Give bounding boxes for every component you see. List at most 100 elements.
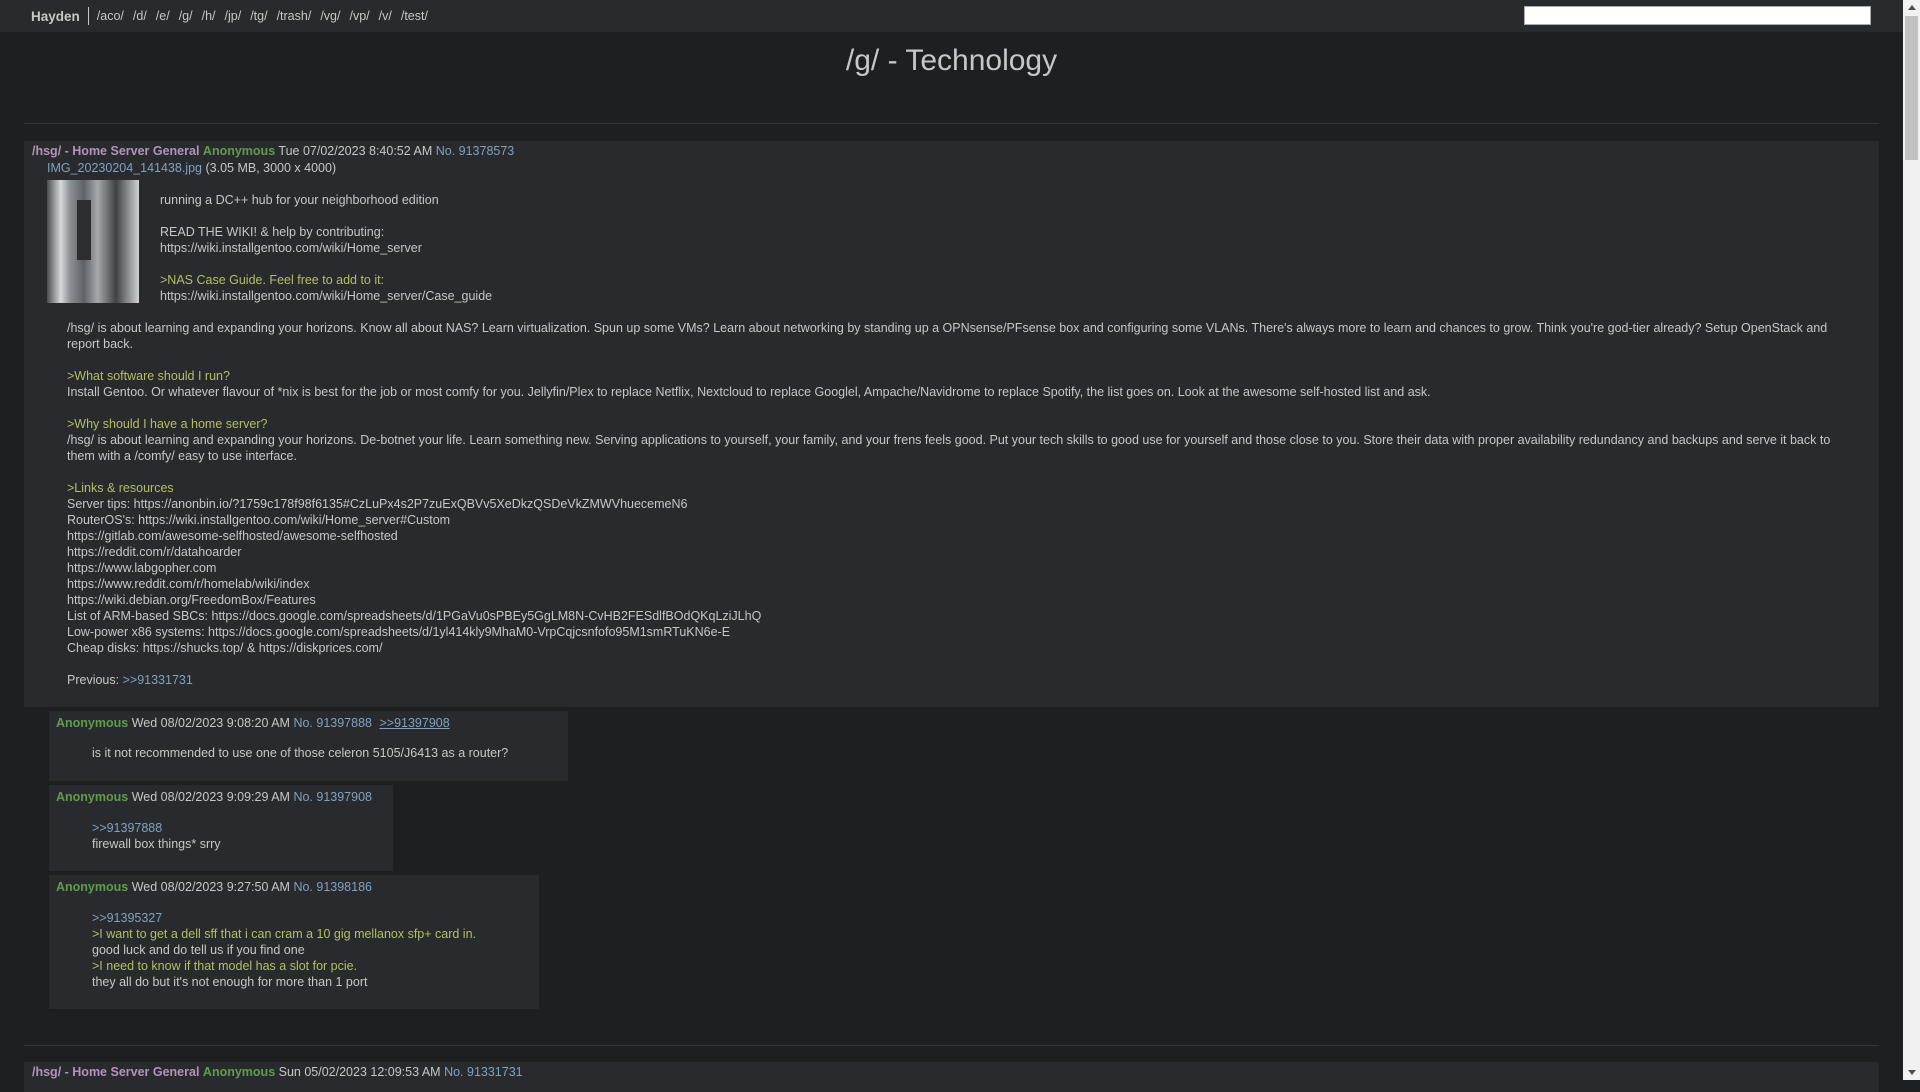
- board-list: /aco/ /d/ /e/ /g/ /h/ /jp/ /tg/ /trash/ …: [97, 9, 428, 23]
- quote-link[interactable]: >>91397888: [92, 820, 221, 836]
- text-line: https://wiki.installgentoo.com/wiki/Home…: [160, 241, 422, 255]
- op-post: /hsg/ - Home Server General Anonymous Su…: [24, 1062, 1879, 1092]
- previous-thread: Previous: >>91331731: [67, 672, 1847, 688]
- text-line: is it not recommended to use one of thos…: [92, 746, 509, 760]
- board-link-h[interactable]: /h/: [202, 9, 216, 23]
- greentext-line: >I want to get a dell sff that i can cra…: [92, 927, 477, 941]
- text-line: https://wiki.installgentoo.com/wiki/Home…: [160, 289, 493, 303]
- post-body: /hsg/ is about learning and expanding yo…: [67, 320, 1847, 688]
- post-header: Anonymous Wed 08/02/2023 9:27:50 AM No. …: [56, 880, 372, 894]
- text-line: Install Gentoo. Or whatever flavour of *…: [67, 385, 1431, 399]
- board-link-vp[interactable]: /vp/: [349, 9, 369, 23]
- top-nav-bar: Hayden /aco/ /d/ /e/ /g/ /h/ /jp/ /tg/ /…: [0, 0, 1903, 32]
- greentext-line: >What software should I run?: [67, 369, 230, 383]
- post-thumbnail[interactable]: [47, 180, 139, 303]
- divider: [24, 123, 1879, 124]
- text-line: Cheap disks: https://shucks.top/ & https…: [67, 641, 383, 655]
- scroll-down-icon[interactable]: [1908, 1070, 1916, 1075]
- text-line: /hsg/ is about learning and expanding yo…: [67, 433, 1831, 463]
- poster-name: Anonymous: [202, 1065, 276, 1079]
- post-date: Wed 08/02/2023 9:08:20 AM: [131, 716, 290, 730]
- search-input[interactable]: [1524, 6, 1871, 25]
- post-header: /hsg/ - Home Server General Anonymous Su…: [32, 1065, 523, 1079]
- post-date: Sun 05/02/2023 12:09:53 AM: [278, 1065, 441, 1079]
- post-header: Anonymous Wed 08/02/2023 9:08:20 AM No. …: [56, 716, 450, 730]
- poster-name: Anonymous: [56, 880, 129, 894]
- board-link-e[interactable]: /e/: [156, 9, 170, 23]
- reply-body: is it not recommended to use one of thos…: [92, 745, 508, 761]
- post-number[interactable]: No. 91397908: [293, 790, 372, 804]
- reply-body: >>91397888 firewall box things* srry: [92, 820, 221, 852]
- post-subject: /hsg/ - Home Server General: [32, 1065, 200, 1079]
- scroll-thumb[interactable]: [1905, 16, 1918, 160]
- file-meta: (3.05 MB, 3000 x 4000): [205, 161, 337, 175]
- reply-body: >>91395327 >I want to get a dell sff that…: [92, 910, 476, 990]
- text-line: READ THE WIKI! & help by contributing:: [160, 225, 385, 239]
- text-line: Low-power x86 systems: https://docs.goog…: [67, 625, 731, 639]
- board-link-vg[interactable]: /vg/: [320, 9, 340, 23]
- text-line: https://wiki.debian.org/FreedomBox/Featu…: [67, 593, 316, 607]
- post-header: /hsg/ - Home Server General Anonymous Tu…: [32, 144, 514, 158]
- greentext-line: >Why should I have a home server?: [67, 417, 268, 431]
- text-line: /hsg/ is about learning and expanding yo…: [67, 321, 1828, 351]
- page-title: /g/ - Technology: [845, 44, 1058, 77]
- board-link-jp[interactable]: /jp/: [225, 9, 242, 23]
- file-link[interactable]: IMG_20230204_141438.jpg: [47, 161, 202, 175]
- divider: [24, 1045, 1879, 1046]
- backlink[interactable]: >>91397908: [379, 716, 449, 730]
- post-number[interactable]: No. 91397888: [293, 716, 372, 730]
- text-line: they all do but it's not enough for more…: [92, 975, 368, 989]
- post-date: Tue 07/02/2023 8:40:52 AM: [278, 144, 433, 158]
- post-number[interactable]: No. 91331731: [444, 1065, 523, 1079]
- text-line: good luck and do tell us if you find one: [92, 943, 305, 957]
- vertical-scrollbar[interactable]: [1903, 0, 1920, 1080]
- post-date: Wed 08/02/2023 9:09:29 AM: [131, 790, 290, 804]
- poster-name: Anonymous: [202, 144, 276, 158]
- reply-post: Anonymous Wed 08/02/2023 9:08:20 AM No. …: [49, 711, 568, 781]
- greentext-line: >I need to know if that model has a slot…: [92, 959, 358, 973]
- post-date: Wed 08/02/2023 9:27:50 AM: [131, 880, 290, 894]
- text-line: https://gitlab.com/awesome-selfhosted/aw…: [67, 529, 398, 543]
- reply-post: Anonymous Wed 08/02/2023 9:27:50 AM No. …: [49, 875, 539, 1009]
- scroll-up-icon[interactable]: [1908, 5, 1916, 10]
- board-link-v[interactable]: /v/: [379, 9, 392, 23]
- post-number[interactable]: No. 91398186: [293, 880, 372, 894]
- file-info: IMG_20230204_141438.jpg (3.05 MB, 3000 x…: [47, 161, 336, 175]
- reply-post: Anonymous Wed 08/02/2023 9:09:29 AM No. …: [49, 785, 393, 871]
- board-link-d[interactable]: /d/: [133, 9, 147, 23]
- quote-link[interactable]: >>91395327: [92, 910, 476, 926]
- greentext-line: >Links & resources: [67, 481, 174, 495]
- board-link-trash[interactable]: /trash/: [277, 9, 312, 23]
- nav-divider: [87, 7, 89, 25]
- post-lines: /hsg/ is about learning and expanding yo…: [67, 320, 1847, 656]
- greentext-line: >NAS Case Guide. Feel free to add to it:: [160, 273, 385, 287]
- previous-thread-link[interactable]: >>91331731: [123, 673, 193, 687]
- board-link-aco[interactable]: /aco/: [97, 9, 124, 23]
- text-line: https://www.reddit.com/r/homelab/wiki/in…: [67, 577, 310, 591]
- poster-name: Anonymous: [56, 716, 129, 730]
- text-line: RouterOS's: https://wiki.installgentoo.c…: [67, 513, 451, 527]
- text-line: Server tips: https://anonbin.io/?1759c17…: [67, 497, 688, 511]
- text-line: List of ARM-based SBCs: https://docs.goo…: [67, 609, 762, 623]
- post-body-top: running a DC++ hub for your neighborhood…: [160, 192, 492, 304]
- text-line: https://reddit.com/r/datahoarder: [67, 545, 242, 559]
- poster-name: Anonymous: [56, 790, 129, 804]
- text-line: https://www.labgopher.com: [67, 561, 217, 575]
- post-subject: /hsg/ - Home Server General: [32, 144, 200, 158]
- board-link-test[interactable]: /test/: [401, 9, 428, 23]
- text-line: firewall box things* srry: [92, 837, 221, 851]
- site-brand[interactable]: Hayden: [31, 9, 80, 24]
- previous-label: Previous:: [67, 673, 123, 687]
- op-post: /hsg/ - Home Server General Anonymous Tu…: [24, 141, 1879, 707]
- text-line: running a DC++ hub for your neighborhood…: [160, 193, 439, 207]
- board-link-g[interactable]: /g/: [179, 9, 193, 23]
- post-header: Anonymous Wed 08/02/2023 9:09:29 AM No. …: [56, 790, 372, 804]
- board-link-tg[interactable]: /tg/: [250, 9, 267, 23]
- post-number[interactable]: No. 91378573: [436, 144, 515, 158]
